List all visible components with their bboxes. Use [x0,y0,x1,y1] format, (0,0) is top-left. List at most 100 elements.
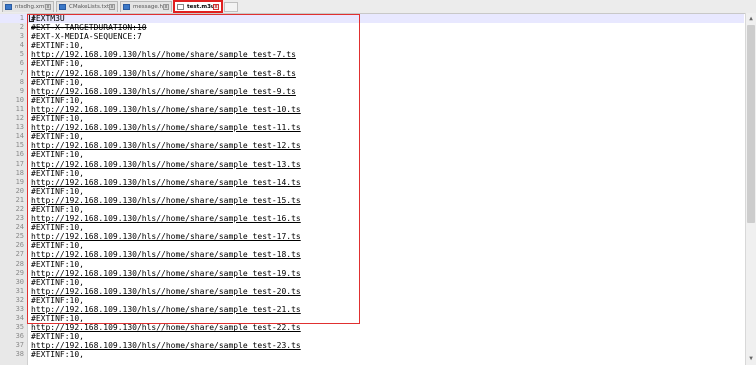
editor-line: 17 http://192.168.109.130/hls//home/share… [0,160,744,169]
line-number: 32 [15,295,24,304]
line-number: 25 [15,232,24,241]
line-number: 21 [15,195,24,204]
line-text: #EXTINF:10, [31,204,84,214]
url-link[interactable]: http://192.168.109.130/hls//home/share/s… [31,105,301,114]
scrollbar-thumb[interactable] [747,25,755,223]
arrow-up-icon[interactable]: ▲ [746,14,756,24]
editor-line: 38 #EXTINF:10, [0,350,744,359]
line-text: #EXTINF:10, [31,350,84,360]
editor-line: 28 #EXTINF:10, [0,260,744,269]
line-text: #EXTINF:10, [31,277,84,287]
tab-ntsdhg-xml[interactable]: ntsdhg.xml x [2,1,54,12]
editor-line: 26 #EXTINF:10, [0,241,744,250]
line-text: #EXTINF:10, [31,259,84,269]
tab-label: ntsdhg.xml [15,4,46,10]
tab-cmakelists-txt[interactable]: CMakeLists.txt x [56,1,118,12]
line-number: 23 [15,214,24,223]
url-link[interactable]: http://192.168.109.130/hls//home/share/s… [31,232,301,241]
line-number: 18 [15,168,24,177]
line-text: #EXTINF:10, [31,314,84,324]
tab-message-h[interactable]: message.h x [120,1,172,12]
line-number: 14 [15,132,24,141]
line-number: 2 [19,23,24,32]
line-text: #EXTINF:10, [31,95,84,105]
new-tab-area[interactable] [224,2,238,12]
editor-line: 20 #EXTINF:10, [0,187,744,196]
editor-line: 14 #EXTINF:10, [0,132,744,141]
url-link[interactable]: http://192.168.109.130/hls//home/share/s… [31,178,301,187]
line-text: #EXTINF:10, [31,150,84,160]
editor-line: 2 #EXT-X-TARGETDURATION:10 [0,23,744,32]
tab-test-m3u8[interactable]: test.m3u8 x [173,0,223,13]
url-link[interactable]: http://192.168.109.130/hls//home/share/s… [31,305,301,314]
editor-line: 34 #EXTINF:10, [0,314,744,323]
url-link[interactable]: http://192.168.109.130/hls//home/share/s… [31,50,296,59]
editor-line: 13 http://192.168.109.130/hls//home/share… [0,123,744,132]
url-link[interactable]: http://192.168.109.130/hls//home/share/s… [31,214,301,223]
close-icon[interactable]: x [109,4,115,10]
line-number: 3 [19,32,24,41]
editor-line: 7 http://192.168.109.130/hls//home/share/… [0,69,744,78]
line-number: 30 [15,277,24,286]
editor-line: 32 #EXTINF:10, [0,296,744,305]
close-icon[interactable]: x [163,4,169,10]
url-link[interactable]: http://192.168.109.130/hls//home/share/s… [31,196,301,205]
line-number: 36 [15,332,24,341]
line-text: #EXTINF:10, [31,77,84,87]
editor-line: 5 http://192.168.109.130/hls//home/share/… [0,50,744,59]
url-link[interactable]: http://192.168.109.130/hls//home/share/s… [31,269,301,278]
url-link[interactable]: http://192.168.109.130/hls//home/share/s… [31,123,301,132]
line-number: 33 [15,305,24,313]
url-link[interactable]: http://192.168.109.130/hls//home/share/s… [31,141,301,150]
line-number: 17 [15,159,24,168]
url-link[interactable]: http://192.168.109.130/hls//home/share/s… [31,323,301,332]
line-text: #EXTM3U [31,14,65,23]
editor-line: 24 #EXTINF:10, [0,223,744,232]
line-text: #EXTINF:10, [31,332,84,342]
url-link[interactable]: http://192.168.109.130/hls//home/share/s… [31,160,301,169]
line-number: 9 [19,86,24,95]
line-text: #EXT-X-MEDIA-SEQUENCE:7 [31,32,142,42]
tab-label: CMakeLists.txt [69,4,110,10]
url-link[interactable]: http://192.168.109.130/hls//home/share/s… [31,250,301,259]
line-number: 15 [15,141,24,150]
url-link[interactable]: http://192.168.109.130/hls//home/share/s… [31,87,296,96]
editor-line: 22 #EXTINF:10, [0,205,744,214]
line-number: 34 [15,314,24,323]
editor-line: 6 #EXTINF:10, [0,59,744,68]
line-number: 35 [15,323,24,332]
line-number: 20 [15,186,24,195]
editor-line: 9 http://192.168.109.130/hls//home/share/… [0,87,744,96]
editor-line: 25 http://192.168.109.130/hls//home/share… [0,232,744,241]
editor-line: 1 #EXTM3U [0,14,744,24]
url-link[interactable]: http://192.168.109.130/hls//home/share/s… [31,69,296,78]
editor-text-area[interactable]: 1 #EXTM3U 2 #EXT-X-TARGETDURATION:10 3 #EXT… [0,14,744,360]
line-text: #EXTINF:10, [31,59,84,69]
line-text: #EXTINF:10, [31,186,84,196]
line-number: 13 [15,123,24,132]
line-number: 22 [15,204,24,213]
close-icon[interactable]: x [213,4,219,10]
arrow-down-icon[interactable]: ▼ [746,354,756,364]
url-link[interactable]: http://192.168.109.130/hls//home/share/s… [31,341,301,350]
line-number: 4 [19,41,24,50]
editor-line: 10 #EXTINF:10, [0,96,744,105]
line-text: #EXTINF:10, [31,41,84,51]
line-number: 16 [15,150,24,159]
file-icon [123,4,130,10]
line-number: 19 [15,177,24,186]
editor-line: 16 #EXTINF:10, [0,150,744,159]
close-icon[interactable]: x [45,4,51,10]
tab-label: message.h [133,4,163,10]
editor-line: 19 http://192.168.109.130/hls//home/share… [0,178,744,187]
line-number: 38 [15,350,24,359]
url-link[interactable]: http://192.168.109.130/hls//home/share/s… [31,287,301,296]
line-text: #EXTINF:10, [31,132,84,142]
line-number: 29 [15,268,24,277]
line-text: #EXTINF:10, [31,168,84,178]
editor-line: 30 #EXTINF:10, [0,278,744,287]
vertical-scrollbar[interactable]: ▲ ▼ [745,13,756,365]
line-number: 37 [15,341,24,350]
line-number: 8 [19,77,24,86]
editor-line: 21 http://192.168.109.130/hls//home/share… [0,196,744,205]
